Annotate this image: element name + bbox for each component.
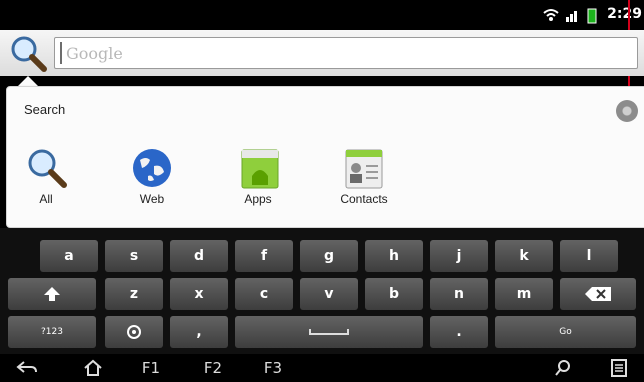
space-key[interactable] (235, 316, 423, 348)
menu-button[interactable] (606, 356, 632, 380)
text-cursor (60, 42, 62, 64)
key-g[interactable]: g (300, 240, 358, 272)
panel-pointer (18, 76, 38, 86)
contacts-icon[interactable] (342, 146, 386, 190)
key-v[interactable]: v (300, 278, 358, 310)
home-icon (84, 359, 102, 376)
settings-dot-icon (127, 325, 141, 339)
key-z[interactable]: z (105, 278, 163, 310)
go-key[interactable]: Go (495, 316, 636, 348)
space-bar-icon (309, 329, 349, 335)
search-source-panel (6, 86, 644, 228)
source-label-contacts[interactable]: Contacts (324, 192, 404, 206)
source-label-apps[interactable]: Apps (218, 192, 298, 206)
signal-icon (566, 11, 577, 22)
search-icon[interactable] (8, 34, 48, 74)
globe-icon[interactable] (130, 146, 174, 190)
symbols-key[interactable]: ?123 (8, 316, 96, 348)
backspace-icon (585, 287, 611, 301)
magnifier-icon[interactable] (24, 146, 68, 190)
f1-button[interactable]: F1 (136, 356, 166, 380)
f2-button[interactable]: F2 (198, 356, 228, 380)
key-n[interactable]: n (430, 278, 488, 310)
key-l[interactable]: l (560, 240, 618, 272)
source-label-web[interactable]: Web (112, 192, 192, 206)
key-d[interactable]: d (170, 240, 228, 272)
search-icon (555, 360, 570, 376)
source-label-all[interactable]: All (6, 192, 86, 206)
key-m[interactable]: m (495, 278, 553, 310)
key-s[interactable]: s (105, 240, 163, 272)
menu-icon (611, 359, 627, 377)
android-apps-icon[interactable] (238, 146, 282, 190)
search-input[interactable] (54, 37, 638, 69)
backspace-key[interactable] (560, 278, 636, 310)
key-h[interactable]: h (365, 240, 423, 272)
status-time: 2:29 (607, 6, 642, 22)
key-j[interactable]: j (430, 240, 488, 272)
back-button[interactable] (12, 356, 42, 380)
voice-key[interactable] (105, 316, 163, 348)
wifi-icon (543, 9, 559, 21)
back-icon (16, 361, 37, 373)
key-f[interactable]: f (235, 240, 293, 272)
key-a[interactable]: a (40, 240, 98, 272)
search-placeholder: Google (66, 44, 123, 63)
battery-icon (587, 8, 597, 24)
nav-search-button[interactable] (550, 356, 576, 380)
search-settings-button[interactable] (616, 100, 638, 122)
comma-key[interactable]: , (170, 316, 228, 348)
key-x[interactable]: x (170, 278, 228, 310)
home-button[interactable] (78, 356, 108, 380)
period-key[interactable]: . (430, 316, 488, 348)
key-c[interactable]: c (235, 278, 293, 310)
f3-button[interactable]: F3 (258, 356, 288, 380)
panel-title: Search (24, 102, 66, 117)
shift-arrow-icon (44, 287, 60, 301)
key-k[interactable]: k (495, 240, 553, 272)
shift-key[interactable] (8, 278, 96, 310)
key-b[interactable]: b (365, 278, 423, 310)
